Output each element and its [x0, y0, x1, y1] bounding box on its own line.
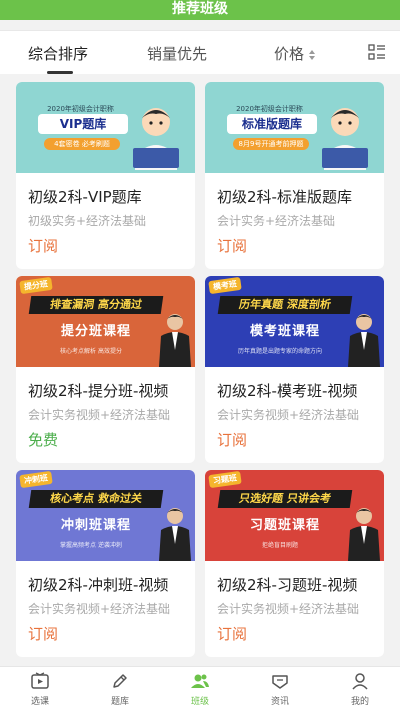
- people-icon: [191, 674, 209, 688]
- banner-pill: 8月9号开通考前押题: [233, 138, 309, 150]
- layout-toggle-icon[interactable]: [368, 44, 386, 60]
- teacher-photo: [348, 314, 380, 367]
- course-subtitle: 会计实务视频+经济法基础: [217, 408, 360, 422]
- teacher-photo: [348, 508, 380, 561]
- banner-course: 冲刺班课程: [60, 518, 131, 533]
- banner-course: 提分班课程: [60, 324, 131, 339]
- tab-profile[interactable]: 我的: [320, 671, 400, 707]
- tab-price-label: 价格: [274, 45, 305, 63]
- sort-bar: 综合排序 销量优先 价格: [0, 30, 400, 74]
- banner-pill: 4套密卷 必考刷题: [44, 138, 120, 150]
- banner-note: 历年真题是出题专家的命题方向: [237, 348, 322, 355]
- banner-note: 拒绝盲目刷题: [261, 542, 298, 549]
- tab-question-bank[interactable]: 题库: [80, 671, 160, 707]
- tab-courses[interactable]: 选课: [0, 671, 80, 707]
- chat-icon: [272, 675, 288, 689]
- tab-label: 选课: [30, 697, 49, 707]
- banner-tag: 提分班: [19, 276, 53, 295]
- course-banner: 模考班 历年真题 深度剖析 模考班课程 历年真题是出题专家的命题方向: [205, 276, 384, 367]
- course-title: 初级2科-模考班-视频: [217, 382, 358, 400]
- course-subtitle: 会计实务视频+经济法基础: [28, 408, 171, 422]
- subscribe-button[interactable]: 订阅: [217, 429, 247, 450]
- banner-course: 模考班课程: [249, 324, 320, 339]
- page-title: 推荐班级: [0, 0, 400, 20]
- course-banner: 2020年初级会计职称 VIP题库 4套密卷 必考刷题: [16, 82, 195, 173]
- banner-headline: 排查漏洞 高分通过: [28, 296, 164, 314]
- banner-course: 习题班课程: [249, 518, 320, 533]
- student-illustration: [322, 108, 368, 170]
- tab-label: 题库: [110, 697, 129, 707]
- tab-price[interactable]: 价格: [274, 43, 316, 64]
- active-tab-indicator: [47, 71, 73, 74]
- subscribe-button[interactable]: 订阅: [217, 235, 247, 256]
- tab-label: 我的: [350, 697, 369, 707]
- tab-comprehensive[interactable]: 综合排序: [28, 43, 88, 64]
- tab-label: 资讯: [270, 697, 289, 707]
- course-title: 初级2科-提分班-视频: [28, 382, 169, 400]
- course-subtitle: 会计实务视频+经济法基础: [217, 602, 360, 616]
- banner-tag: 习题班: [208, 470, 242, 489]
- course-title: 初级2科-习题班-视频: [217, 576, 358, 594]
- banner-title: 标准版题库: [227, 114, 317, 134]
- banner-headline: 只选好题 只讲会考: [217, 490, 353, 508]
- subscribe-button[interactable]: 订阅: [28, 623, 58, 644]
- subscribe-button[interactable]: 订阅: [28, 235, 58, 256]
- course-card[interactable]: 模考班 历年真题 深度剖析 模考班课程 历年真题是出题专家的命题方向 初级2科-…: [205, 276, 384, 463]
- course-title: 初级2科-标准版题库: [217, 188, 352, 206]
- course-card[interactable]: 2020年初级会计职称 标准版题库 8月9号开通考前押题 初级2科-标准版题库 …: [205, 82, 384, 269]
- student-illustration: [133, 108, 179, 170]
- banner-headline: 核心考点 救命过关: [28, 490, 164, 508]
- play-icon: [31, 672, 49, 689]
- sort-arrows-icon: [308, 49, 316, 61]
- banner-note: 掌握高频考点 逆袭冲刺: [60, 542, 122, 549]
- subscribe-button[interactable]: 订阅: [217, 623, 247, 644]
- banner-title: VIP题库: [38, 114, 128, 134]
- course-title: 初级2科-冲刺班-视频: [28, 576, 169, 594]
- course-banner: 习题班 只选好题 只讲会考 习题班课程 拒绝盲目刷题: [205, 470, 384, 561]
- free-button[interactable]: 免费: [28, 429, 58, 450]
- course-subtitle: 会计实务视频+经济法基础: [28, 602, 171, 616]
- banner-tag: 冲刺班: [19, 470, 53, 489]
- banner-tag: 模考班: [208, 276, 242, 295]
- course-banner: 提分班 排查漏洞 高分通过 提分班课程 核心考点解析 高效提分: [16, 276, 195, 367]
- course-card[interactable]: 2020年初级会计职称 VIP题库 4套密卷 必考刷题 初级2科-VIP题库 初…: [16, 82, 195, 269]
- course-subtitle: 会计实务+经济法基础: [217, 214, 336, 228]
- tab-label: 班级: [190, 697, 209, 707]
- banner-headline: 历年真题 深度剖析: [217, 296, 353, 314]
- course-subtitle: 初级实务+经济法基础: [28, 214, 147, 228]
- tab-sales[interactable]: 销量优先: [147, 43, 207, 64]
- teacher-photo: [159, 314, 191, 367]
- person-icon: [352, 673, 368, 690]
- pencil-icon: [113, 674, 127, 688]
- tab-classes[interactable]: 班级: [160, 671, 240, 707]
- tab-news[interactable]: 资讯: [240, 671, 320, 707]
- course-title: 初级2科-VIP题库: [28, 188, 142, 206]
- bottom-tab-bar: 选课 题库 班级 资讯 我的: [0, 666, 400, 710]
- banner-note: 核心考点解析 高效提分: [60, 348, 122, 355]
- teacher-photo: [159, 508, 191, 561]
- course-card[interactable]: 提分班 排查漏洞 高分通过 提分班课程 核心考点解析 高效提分 初级2科-提分班…: [16, 276, 195, 463]
- course-card[interactable]: 冲刺班 核心考点 救命过关 冲刺班课程 掌握高频考点 逆袭冲刺 初级2科-冲刺班…: [16, 470, 195, 657]
- course-banner: 2020年初级会计职称 标准版题库 8月9号开通考前押题: [205, 82, 384, 173]
- course-card[interactable]: 习题班 只选好题 只讲会考 习题班课程 拒绝盲目刷题 初级2科-习题班-视频 会…: [205, 470, 384, 657]
- course-banner: 冲刺班 核心考点 救命过关 冲刺班课程 掌握高频考点 逆袭冲刺: [16, 470, 195, 561]
